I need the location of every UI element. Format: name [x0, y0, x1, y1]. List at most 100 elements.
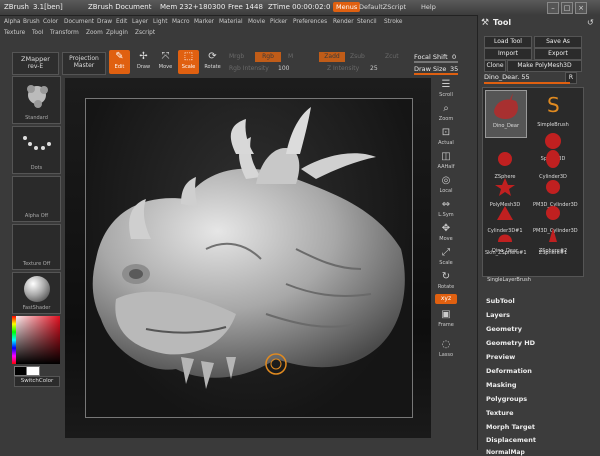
lsym-button[interactable]: ⇔ L.Sym: [435, 198, 457, 220]
menu-brush[interactable]: Brush: [23, 19, 40, 25]
menu-document[interactable]: Document: [64, 19, 94, 25]
default-zscript-button[interactable]: DefaultZScript: [356, 2, 409, 12]
color-picker-square[interactable]: [12, 316, 60, 364]
section-texture[interactable]: Texture: [486, 409, 514, 417]
save-as-button[interactable]: Save As: [534, 36, 582, 48]
load-tool-button[interactable]: Load Tool: [484, 36, 532, 48]
focal-shift-slider[interactable]: [414, 61, 458, 63]
help-button[interactable]: Help: [418, 2, 439, 12]
frame-button[interactable]: ▣ Frame: [435, 308, 457, 330]
stroke-picker[interactable]: Dots: [12, 126, 61, 174]
zmapper-button[interactable]: ZMapper rev-E: [12, 52, 59, 75]
texture-picker[interactable]: Texture Off: [12, 224, 61, 270]
mrgb-toggle[interactable]: Mrgb: [229, 53, 244, 60]
lasso-button[interactable]: ◌ Lasso: [435, 338, 457, 360]
z-intensity-label[interactable]: Z Intensity: [327, 65, 359, 72]
import-button[interactable]: Import: [484, 48, 532, 60]
tool-thumb-dino-dear-2[interactable]: Dino_Dear: [485, 248, 525, 272]
menu-material[interactable]: Material: [219, 19, 243, 25]
draw-button[interactable]: ✢ Draw: [133, 50, 154, 74]
section-deformation[interactable]: Deformation: [486, 367, 532, 375]
section-polygroups[interactable]: Polygroups: [486, 395, 527, 403]
brush-picker[interactable]: Standard: [12, 76, 61, 124]
scale-view-button[interactable]: ⤢ Scale: [435, 246, 457, 268]
section-geometry-hd[interactable]: Geometry HD: [486, 339, 535, 347]
tool-thumb-label: SingleLayerBrush: [487, 277, 531, 283]
make-polymesh3d-button[interactable]: Make PolyMesh3D: [507, 60, 582, 72]
menu-texture[interactable]: Texture: [4, 30, 25, 36]
close-icon[interactable]: ×: [575, 2, 587, 14]
section-displacement[interactable]: Displacement: [486, 436, 536, 444]
tool-thumb-dino-dear[interactable]: Dino_Dear: [485, 90, 527, 138]
m-toggle[interactable]: M: [288, 53, 293, 60]
menu-draw[interactable]: Draw: [97, 19, 112, 25]
rotate-view-button[interactable]: ↻ Rotate: [435, 270, 457, 292]
section-preview[interactable]: Preview: [486, 353, 515, 361]
menu-edit[interactable]: Edit: [116, 19, 127, 25]
focal-shift-label[interactable]: Focal Shift: [414, 53, 448, 61]
menu-layer[interactable]: Layer: [132, 19, 148, 25]
projection-master-button[interactable]: Projection Master: [62, 52, 106, 75]
section-normalmap[interactable]: NormalMap: [486, 449, 525, 456]
local-button[interactable]: ◎ Local: [435, 174, 457, 196]
menu-zplugin[interactable]: Zplugin: [106, 30, 128, 36]
menu-marker[interactable]: Marker: [194, 19, 214, 25]
section-geometry[interactable]: Geometry: [486, 325, 522, 333]
title-bar: ZBrush 3.1[ben] ZBrush Document Mem 232+…: [0, 0, 600, 16]
xyz-toggle-button[interactable]: xyz: [435, 294, 457, 304]
move-button[interactable]: ⤧ Move: [155, 50, 176, 74]
menu-stroke[interactable]: Stroke: [384, 19, 402, 25]
section-subtool[interactable]: SubTool: [486, 297, 515, 305]
rgb-intensity-label[interactable]: Rgb Intensity: [229, 65, 269, 72]
tool-slider[interactable]: [484, 82, 570, 84]
menu-light[interactable]: Light: [153, 19, 167, 25]
scroll-button[interactable]: ☰ Scroll: [435, 78, 457, 100]
rotate-button[interactable]: ⟳ Rotate: [202, 50, 223, 74]
left-shelf: Standard Dots Alpha Off Texture Off Fast…: [12, 76, 63, 436]
menu-alpha[interactable]: Alpha: [4, 19, 20, 25]
menu-preferences[interactable]: Preferences: [293, 19, 327, 25]
menu-macro[interactable]: Macro: [172, 19, 190, 25]
switch-color-button[interactable]: SwitchColor: [14, 376, 60, 387]
menu-zoom[interactable]: Zoom: [86, 30, 103, 36]
zsub-toggle[interactable]: Zsub: [350, 53, 365, 60]
draw-size-slider[interactable]: [414, 73, 458, 75]
panel-close-icon[interactable]: ↺: [587, 18, 594, 27]
tool-thumb-singlelayerbrush[interactable]: SingleLayerBrush: [484, 277, 534, 291]
tool-thumb-zsphere2[interactable]: ZSphere#2: [533, 248, 573, 272]
section-morph-target[interactable]: Morph Target: [486, 423, 535, 431]
zadd-toggle[interactable]: Zadd: [319, 52, 345, 62]
menu-zscript[interactable]: Zscript: [135, 30, 155, 36]
aahalf-button[interactable]: ◫ AAHalf: [435, 150, 457, 172]
hue-strip[interactable]: [12, 316, 16, 364]
material-picker[interactable]: FastShader: [12, 272, 61, 314]
secondary-color-swatch[interactable]: [26, 366, 40, 376]
scale-view-label: Scale: [439, 260, 453, 266]
zoom-button[interactable]: ⌕ Zoom: [435, 102, 457, 124]
menu-color[interactable]: Color: [43, 19, 58, 25]
menu-tool[interactable]: Tool: [32, 30, 43, 36]
section-layers[interactable]: Layers: [486, 311, 510, 319]
top-toolbar: ZMapper rev-E Projection Master ✎ Edit ✢ D…: [0, 48, 460, 75]
menu-stencil[interactable]: Stencil: [357, 19, 377, 25]
rgb-intensity-value: 100: [278, 65, 290, 72]
scale-button[interactable]: ⬚ Scale: [178, 50, 199, 74]
move-view-button[interactable]: ✥ Move: [435, 222, 457, 244]
section-masking[interactable]: Masking: [486, 381, 517, 389]
edit-button[interactable]: ✎ Edit: [109, 50, 130, 74]
menu-render[interactable]: Render: [333, 19, 354, 25]
zcut-toggle[interactable]: Zcut: [385, 53, 399, 60]
canvas-area[interactable]: [65, 78, 431, 438]
export-button[interactable]: Export: [534, 48, 582, 60]
alpha-picker[interactable]: Alpha Off: [12, 176, 61, 222]
menu-picker[interactable]: Picker: [270, 19, 287, 25]
menu-transform[interactable]: Transform: [50, 30, 79, 36]
minimize-icon[interactable]: –: [547, 2, 559, 14]
maximize-icon[interactable]: □: [561, 2, 573, 14]
clone-button[interactable]: Clone: [484, 60, 506, 72]
draw-size-label[interactable]: Draw Size: [414, 65, 446, 73]
actual-button[interactable]: ⊡ Actual: [435, 126, 457, 148]
menu-movie[interactable]: Movie: [248, 19, 265, 25]
document-canvas[interactable]: [85, 98, 413, 418]
rgb-toggle[interactable]: Rgb: [255, 52, 281, 62]
